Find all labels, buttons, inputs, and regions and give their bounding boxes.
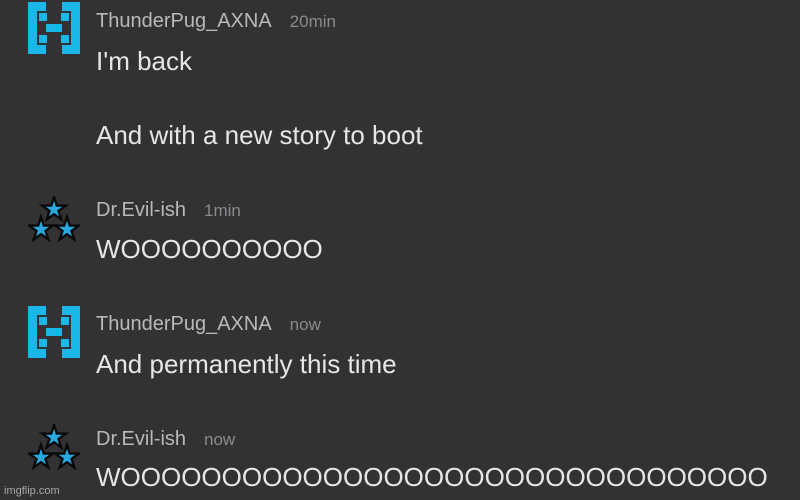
username[interactable]: Dr.Evil-ish [96, 428, 186, 450]
three-stars-icon [28, 196, 80, 242]
message-header: Dr.Evil-ish 1min [96, 199, 241, 222]
avatar[interactable] [28, 2, 80, 54]
watermark: imgflip.com [4, 485, 60, 497]
message-text: And with a new story to boot [96, 120, 423, 150]
timestamp: now [289, 315, 321, 334]
avatar[interactable] [28, 306, 80, 358]
three-stars-icon [28, 424, 80, 470]
timestamp: 20min [289, 12, 336, 31]
timestamp: now [204, 430, 236, 449]
message-header: Dr.Evil-ish now [96, 428, 235, 451]
message-text: And permanently this time [96, 349, 397, 379]
username[interactable]: ThunderPug_AXNA [96, 313, 272, 335]
message-header: ThunderPug_AXNA now [96, 313, 321, 336]
avatar[interactable] [28, 196, 80, 248]
message-text: WOOOOOOOOOOOOOOOOOOOOOOOOOOOOOOOO [96, 462, 768, 492]
message-text: WOOOOOOOOOO [96, 234, 323, 264]
timestamp: 1min [204, 201, 241, 220]
avatar[interactable] [28, 424, 80, 476]
username[interactable]: Dr.Evil-ish [96, 199, 186, 221]
blue-bracket-logo-icon [28, 306, 80, 358]
message-text: I'm back [96, 46, 192, 76]
message-header: ThunderPug_AXNA 20min [96, 10, 336, 33]
username[interactable]: ThunderPug_AXNA [96, 10, 272, 32]
blue-bracket-logo-icon [28, 2, 80, 54]
